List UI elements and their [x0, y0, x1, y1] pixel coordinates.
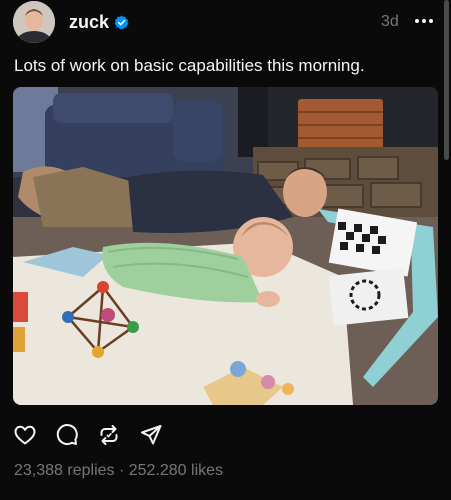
- post-timestamp: 3d: [381, 13, 399, 30]
- post-stats: 23,388 replies · 252.280 likes: [14, 461, 223, 481]
- heart-icon[interactable]: [13, 423, 37, 447]
- more-options-icon[interactable]: [414, 11, 434, 31]
- stats-separator: ·: [114, 462, 129, 479]
- avatar[interactable]: [13, 1, 55, 43]
- post-actions: [13, 423, 163, 447]
- post-author: zuck: [69, 12, 129, 32]
- scrollbar[interactable]: [444, 0, 449, 160]
- replies-count[interactable]: 23,388 replies: [14, 462, 115, 479]
- comment-icon[interactable]: [55, 423, 79, 447]
- username[interactable]: zuck: [69, 12, 109, 32]
- likes-count[interactable]: 252.280 likes: [129, 462, 223, 479]
- post-caption: Lots of work on basic capabilities this …: [14, 56, 365, 75]
- send-icon[interactable]: [139, 423, 163, 447]
- repost-icon[interactable]: [97, 423, 121, 447]
- post-photo[interactable]: [13, 87, 438, 405]
- thread-post: zuck 3d Lots of work on basic capabiliti…: [0, 0, 451, 500]
- verified-badge-icon: [114, 14, 129, 30]
